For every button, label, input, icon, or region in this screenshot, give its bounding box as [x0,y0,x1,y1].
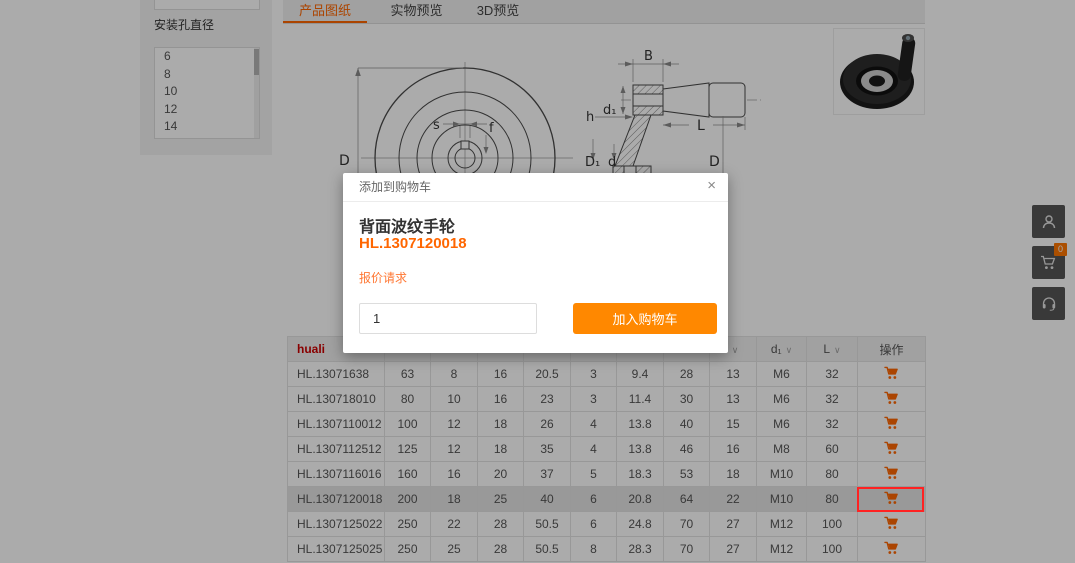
modal-header: 添加到购物车 × [343,173,728,202]
product-name: 背面波纹手轮 [359,213,455,237]
quote-request-link[interactable]: 报价请求 [359,269,407,286]
product-page: 安装孔直径 68101214 产品图纸 实物预览 3D预览 [0,0,1075,563]
product-code: HL.1307120018 [359,235,467,252]
quantity-input[interactable] [359,303,537,334]
add-to-cart-modal: 添加到购物车 × 背面波纹手轮 HL.1307120018 报价请求 加入购物车 [343,173,728,353]
add-to-cart-submit-button[interactable]: 加入购物车 [573,303,717,334]
close-icon[interactable]: × [707,173,716,199]
modal-title: 添加到购物车 [359,173,431,201]
click-highlight [857,487,924,512]
